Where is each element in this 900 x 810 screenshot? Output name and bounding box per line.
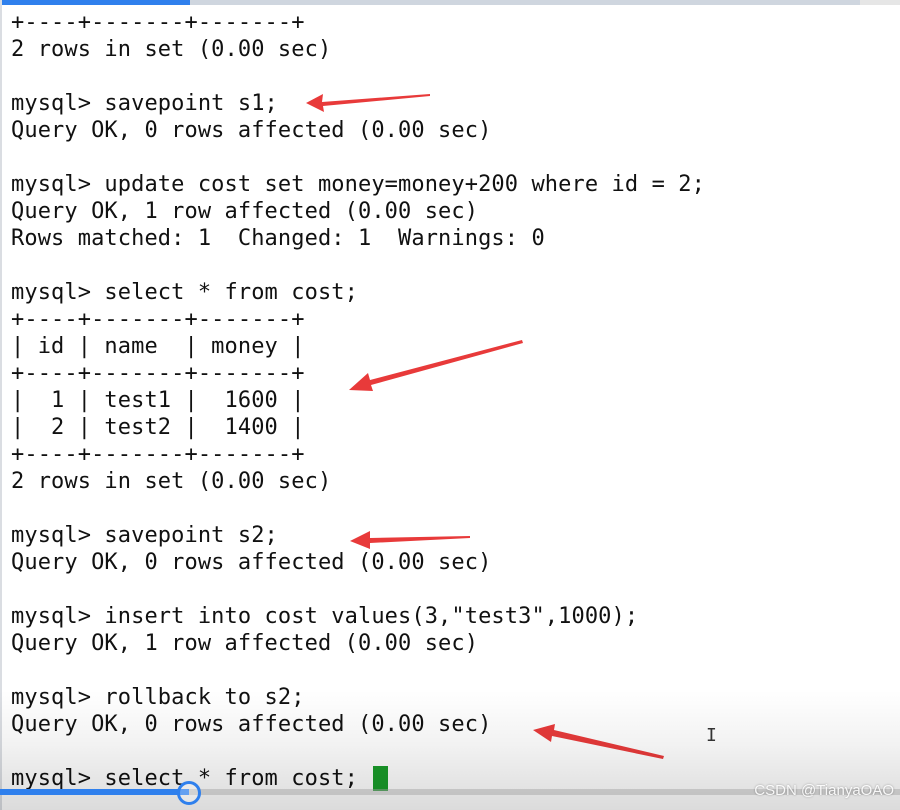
terminal-line-result: Query OK, 1 row affected (0.00 sec): [11, 199, 479, 224]
terminal-line-command: mysql> insert into cost values(3,"test3"…: [11, 604, 639, 629]
terminal-line-command: mysql> rollback to s2;: [11, 685, 305, 710]
terminal-cursor: [373, 766, 388, 791]
terminal-line-result: 2 rows in set (0.00 sec): [11, 469, 332, 494]
watermark: CSDN @TianyaOAO: [754, 782, 894, 799]
horizontal-scrollbar[interactable]: [0, 0, 900, 5]
terminal-line-result: 2 rows in set (0.00 sec): [11, 37, 332, 62]
terminal-line-table-border: +----+-------+-------+: [11, 10, 305, 35]
terminal-line-table-border: +----+-------+-------+: [11, 307, 305, 332]
terminal-line-result: Query OK, 1 row affected (0.00 sec): [11, 631, 479, 656]
scrollbar-accent: [0, 0, 190, 5]
video-progress-fill: [0, 789, 189, 795]
terminal-line-table-header: | id | name | money |: [11, 334, 305, 359]
terminal-line-result: Query OK, 0 rows affected (0.00 sec): [11, 118, 492, 143]
terminal-line-table-border: +----+-------+-------+: [11, 442, 305, 467]
i-beam-cursor-icon: I: [706, 725, 717, 746]
terminal-line-result: Query OK, 0 rows affected (0.00 sec): [11, 712, 492, 737]
terminal-line-result: Query OK, 0 rows affected (0.00 sec): [11, 550, 492, 575]
terminal-line-command: mysql> savepoint s2;: [11, 523, 278, 548]
terminal-window[interactable]: +----+-------+-------+ 2 rows in set (0.…: [0, 0, 900, 810]
window-border: [0, 0, 2, 810]
terminal-line-table-row: | 2 | test2 | 1400 |: [11, 415, 305, 440]
terminal-line-table-row: | 1 | test1 | 1600 |: [11, 388, 305, 413]
terminal-line-table-border: +----+-------+-------+: [11, 361, 305, 386]
terminal-line-result: Rows matched: 1 Changed: 1 Warnings: 0: [11, 226, 545, 251]
terminal-line-command: mysql> savepoint s1;: [11, 91, 278, 116]
terminal-line-command: mysql> update cost set money=money+200 w…: [11, 172, 705, 197]
terminal-line-command: mysql> select * from cost;: [11, 280, 358, 305]
video-progress-handle[interactable]: [177, 781, 201, 805]
